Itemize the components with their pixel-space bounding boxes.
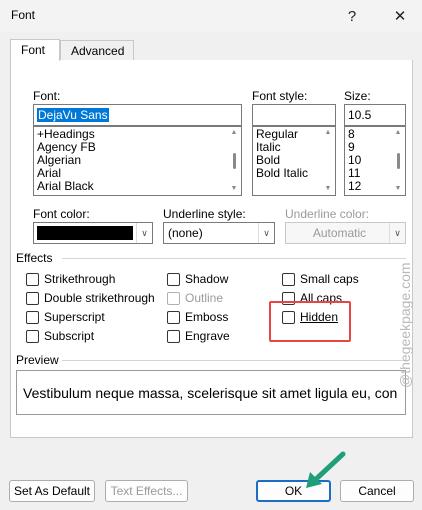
font-color-dropdown[interactable]: ∨ [33, 222, 153, 244]
watermark: @thegeekpage.com [397, 262, 413, 388]
text-effects-button[interactable]: Text Effects... [105, 480, 188, 502]
checkbox-box[interactable] [167, 272, 180, 286]
preview-title: Preview [16, 353, 59, 367]
subscript-label: Subscript [44, 329, 95, 343]
scroll-thumb[interactable] [232, 153, 236, 169]
double-strikethrough-checkbox[interactable]: Double strikethrough [26, 290, 155, 306]
font-list-scrollbar[interactable]: ▲ ▼ [227, 127, 241, 195]
font-style-label: Font style: [252, 89, 308, 103]
scroll-up-icon[interactable]: ▲ [325, 129, 332, 137]
engrave-label: Engrave [185, 329, 230, 343]
preview-box: Vestibulum neque massa, scelerisque sit … [16, 370, 406, 415]
small-caps-checkbox[interactable]: Small caps [282, 271, 359, 287]
font-name-value: DejaVu Sans [37, 108, 109, 122]
small-caps-label: Small caps [300, 272, 359, 286]
checkbox-box[interactable] [26, 272, 39, 286]
tab-advanced[interactable]: Advanced [60, 40, 134, 61]
dialog-title: Font [11, 8, 36, 22]
highlight-box [269, 301, 351, 342]
list-item[interactable]: Algerian [34, 154, 241, 167]
preview-text: Vestibulum neque massa, scelerisque sit … [23, 384, 398, 401]
shadow-checkbox[interactable]: Shadow [167, 271, 228, 287]
close-icon: ✕ [393, 8, 407, 25]
font-style-input[interactable] [252, 104, 336, 126]
effects-divider [62, 258, 406, 259]
chevron-down-icon: ∨ [258, 223, 274, 243]
cancel-label: Cancel [358, 484, 396, 498]
scroll-up-icon[interactable]: ▲ [231, 129, 238, 137]
set-as-default-label: Set As Default [13, 484, 91, 498]
checkbox-box[interactable] [26, 329, 39, 343]
superscript-label: Superscript [44, 310, 105, 324]
checkbox-box[interactable] [26, 291, 39, 305]
tab-font-label: Font [21, 43, 46, 57]
tab-font[interactable]: Font [10, 39, 60, 61]
underline-color-label: Underline color: [285, 207, 370, 221]
preview-divider [62, 360, 406, 361]
strikethrough-label: Strikethrough [44, 272, 116, 286]
outline-checkbox[interactable]: Outline [167, 290, 223, 306]
tab-advanced-label: Advanced [71, 44, 125, 58]
close-button[interactable]: ✕ [386, 4, 414, 28]
cancel-button[interactable]: Cancel [340, 480, 414, 502]
outline-label: Outline [185, 291, 224, 305]
chevron-down-icon: ∨ [136, 223, 152, 243]
strikethrough-checkbox[interactable]: Strikethrough [26, 271, 115, 287]
checkbox-box[interactable] [167, 310, 180, 324]
font-style-list[interactable]: Regular Italic Bold Bold Italic ▲ ▼ [252, 126, 336, 196]
watermark-text: @thegeekpage.com [397, 262, 413, 388]
emboss-checkbox[interactable]: Emboss [167, 309, 228, 325]
engrave-checkbox[interactable]: Engrave [167, 328, 230, 344]
underline-style-label: Underline style: [163, 207, 246, 221]
scroll-down-icon[interactable]: ▼ [325, 185, 332, 193]
font-label: Font: [33, 89, 61, 103]
underline-color-dropdown[interactable]: Automatic ∨ [285, 222, 406, 244]
emboss-label: Emboss [185, 310, 229, 324]
underline-style-dropdown[interactable]: (none) ∨ [163, 222, 275, 244]
underline-color-value: Automatic [312, 226, 367, 240]
size-label: Size: [344, 89, 371, 103]
text-effects-label: Text Effects... [110, 484, 183, 498]
font-style-scrollbar[interactable]: ▲ ▼ [321, 127, 335, 195]
font-list[interactable]: +Headings Agency FB Algerian Arial Arial… [33, 126, 242, 196]
checkbox-box[interactable] [26, 310, 39, 324]
set-as-default-button[interactable]: Set As Default [9, 480, 95, 502]
shadow-label: Shadow [185, 272, 229, 286]
help-icon: ? [347, 7, 357, 25]
subscript-checkbox[interactable]: Subscript [26, 328, 94, 344]
font-name-input[interactable]: DejaVu Sans [33, 104, 242, 126]
effects-title: Effects [16, 251, 53, 265]
superscript-checkbox[interactable]: Superscript [26, 309, 105, 325]
checkbox-box[interactable] [167, 329, 180, 343]
size-input[interactable]: 10.5 [344, 104, 406, 126]
scroll-up-icon[interactable]: ▲ [395, 129, 402, 137]
double-strikethrough-label: Double strikethrough [44, 291, 155, 305]
scroll-down-icon[interactable]: ▼ [231, 185, 238, 193]
help-button[interactable]: ? [338, 4, 366, 28]
font-color-label: Font color: [33, 207, 90, 221]
font-color-swatch [37, 226, 133, 240]
underline-style-value: (none) [168, 226, 203, 240]
checkbox-box[interactable] [282, 272, 295, 286]
checkbox-box[interactable] [167, 291, 180, 305]
pointer-arrow-icon [306, 451, 346, 488]
list-item[interactable]: Arial Black [34, 180, 241, 193]
